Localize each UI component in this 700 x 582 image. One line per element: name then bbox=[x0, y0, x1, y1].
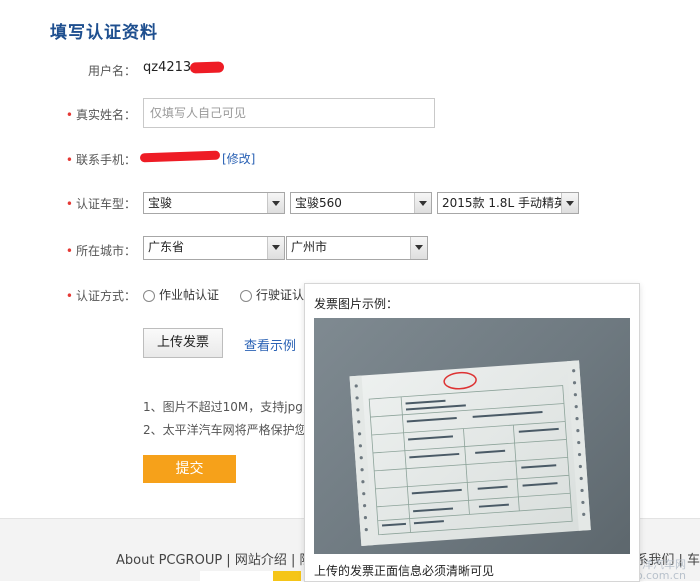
car-version-select[interactable]: 2015款 1.8L 手动精英 bbox=[437, 192, 579, 214]
car-label: • 认证车型： bbox=[65, 197, 136, 211]
car-model-select[interactable]: 宝骏560 bbox=[290, 192, 432, 214]
phone-label: • 联系手机： bbox=[65, 153, 136, 167]
page-title: 填写认证资料 bbox=[50, 23, 158, 43]
province-value: 广东省 bbox=[148, 240, 185, 254]
chevron-down-icon bbox=[267, 193, 284, 213]
method-radio-license[interactable] bbox=[240, 290, 252, 302]
city-select[interactable]: 广州市 bbox=[286, 236, 428, 260]
car-version-value: 2015款 1.8L 手动精英 bbox=[442, 196, 566, 210]
province-select[interactable]: 广东省 bbox=[143, 236, 285, 260]
method-radio-post[interactable] bbox=[143, 290, 155, 302]
footer-links[interactable]: About PCGROUP | 网站介绍 | 隐私 bbox=[116, 549, 325, 568]
car-brand-value: 宝骏 bbox=[148, 196, 173, 210]
chevron-down-icon bbox=[410, 237, 427, 259]
popup-title: 发票图片示例： bbox=[314, 297, 399, 311]
city-value: 广州市 bbox=[291, 240, 328, 254]
chevron-down-icon bbox=[414, 193, 431, 213]
note-line-2: 2、太平洋汽车网将严格保护您 bbox=[143, 423, 307, 437]
phone-redaction bbox=[139, 150, 221, 163]
city-label: • 所在城市： bbox=[65, 244, 136, 258]
phone-modify-link[interactable]: [修改] bbox=[222, 150, 255, 167]
car-brand-select[interactable]: 宝骏 bbox=[143, 192, 285, 214]
realname-label: • 真实姓名： bbox=[65, 108, 136, 122]
method-label: • 认证方式： bbox=[65, 289, 136, 303]
method-radio-post-label: 作业帖认证 bbox=[159, 288, 220, 302]
username-value: qz4213 bbox=[143, 60, 192, 75]
note-line-1: 1、图片不超过10M，支持jpg, bbox=[143, 400, 307, 414]
username-redaction bbox=[189, 61, 225, 74]
invoice-example-popup: 发票图片示例： 上传的发票正面信息必须清晰可见 bbox=[304, 283, 640, 582]
invoice-example-image bbox=[314, 318, 630, 554]
chevron-down-icon bbox=[561, 193, 578, 213]
upload-invoice-button[interactable]: 上传发票 bbox=[143, 328, 223, 358]
view-example-link[interactable]: 查看示例 bbox=[244, 335, 296, 354]
car-model-value: 宝骏560 bbox=[295, 196, 342, 210]
submit-button[interactable]: 提交 bbox=[143, 455, 236, 483]
method-radio-license-label: 行驶证认 bbox=[256, 288, 305, 302]
chevron-down-icon bbox=[267, 237, 284, 259]
username-label: 用户名： bbox=[87, 64, 136, 78]
popup-caption: 上传的发票正面信息必须清晰可见 bbox=[314, 564, 495, 578]
realname-input[interactable]: 仅填写人自己可见 bbox=[143, 98, 435, 128]
